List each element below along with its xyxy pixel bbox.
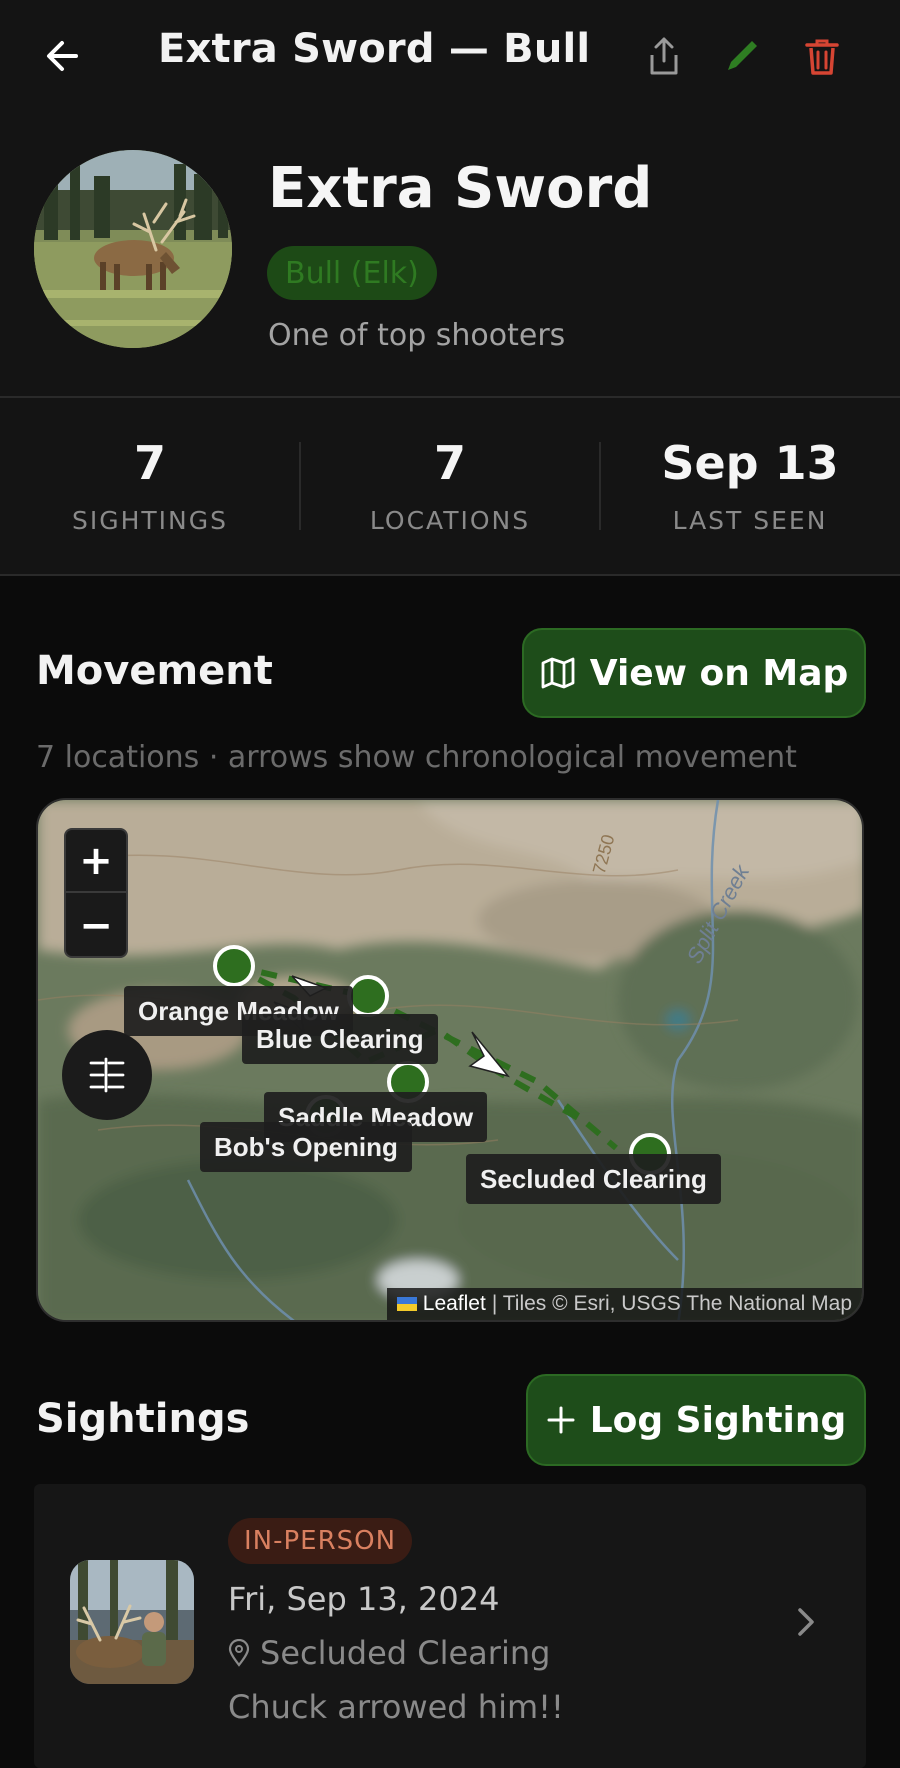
zoom-out-button[interactable]: − [66, 894, 126, 957]
sighting-card[interactable]: IN-PERSON Fri, Sep 13, 2024 Secluded Cle… [34, 1484, 866, 1768]
stat-sightings: 7 SIGHTINGS [0, 398, 300, 574]
ukraine-flag-icon [396, 1297, 417, 1311]
delete-button[interactable] [794, 28, 850, 84]
stat-label: SIGHTINGS [71, 506, 228, 535]
stat-last-seen: Sep 13 LAST SEEN [600, 398, 900, 574]
layers-button[interactable] [62, 1030, 152, 1120]
trash-icon [805, 39, 839, 75]
chevron-right-icon [798, 1608, 814, 1636]
top-bar: Extra Sword — Bull [0, 0, 900, 112]
map-label-secluded-clearing[interactable]: Secluded Clearing [466, 1154, 721, 1204]
divider [0, 574, 900, 576]
zoom-control: + − [64, 828, 128, 958]
stat-locations: 7 LOCATIONS [300, 398, 600, 574]
back-arrow-icon [47, 41, 78, 71]
share-icon [650, 37, 678, 75]
pencil-icon [728, 41, 757, 70]
stat-value: Sep 13 [661, 436, 839, 490]
log-sighting-button[interactable]: Log Sighting [526, 1374, 866, 1466]
elk-photo [34, 150, 232, 348]
tiles-credit: | Tiles © Esri, USGS The National Map [491, 1292, 852, 1315]
share-button[interactable] [636, 28, 692, 84]
location-pin-icon [228, 1639, 250, 1667]
edit-button[interactable] [714, 28, 770, 84]
leaflet-link[interactable]: Leaflet [423, 1288, 486, 1320]
sighting-thumbnail [70, 1560, 194, 1684]
map-icon [541, 657, 575, 689]
view-on-map-button[interactable]: View on Map [522, 628, 866, 718]
map-label-blue-clearing[interactable]: Blue Clearing [242, 1014, 438, 1064]
sighting-note: Chuck arrowed him!! [228, 1688, 564, 1726]
back-button[interactable] [36, 30, 88, 82]
sighting-date: Fri, Sep 13, 2024 [228, 1580, 500, 1618]
stats-row: 7 SIGHTINGS 7 LOCATIONS Sep 13 LAST SEEN [0, 398, 900, 574]
animal-avatar[interactable] [34, 150, 232, 348]
profile-header: Extra Sword Bull (Elk) One of top shoote… [0, 112, 900, 396]
map-tiles: 7250 Split Creek [38, 800, 862, 1320]
zoom-in-button[interactable]: + [66, 830, 126, 893]
view-on-map-label: View on Map [589, 652, 849, 694]
animal-name: Extra Sword [268, 156, 653, 221]
movement-subtitle: 7 locations · arrows show chronological … [36, 740, 797, 775]
map-label-bobs-opening[interactable]: Bob's Opening [200, 1122, 412, 1172]
layers-icon [89, 1057, 125, 1093]
page-title: Extra Sword — Bull [158, 26, 591, 72]
sighting-location: Secluded Clearing [228, 1634, 550, 1672]
sightings-title: Sightings [36, 1396, 250, 1442]
sighting-location-label: Secluded Clearing [260, 1634, 551, 1672]
log-sighting-label: Log Sighting [589, 1399, 847, 1441]
sighting-photo [70, 1560, 194, 1684]
map-attribution: Leaflet | Tiles © Esri, USGS The Nationa… [386, 1288, 862, 1320]
stat-label: LOCATIONS [369, 506, 531, 535]
animal-description: One of top shooters [268, 318, 566, 353]
stat-value: 7 [133, 436, 166, 490]
stat-value: 7 [433, 436, 466, 490]
stat-label: LAST SEEN [672, 506, 828, 535]
movement-map[interactable]: 7250 Split Creek + − Orange Meadow Blue [36, 798, 864, 1322]
plus-icon [547, 1406, 575, 1434]
sighting-mode-badge: IN-PERSON [228, 1518, 413, 1564]
species-badge: Bull (Elk) [267, 246, 437, 300]
movement-title: Movement [36, 648, 273, 694]
